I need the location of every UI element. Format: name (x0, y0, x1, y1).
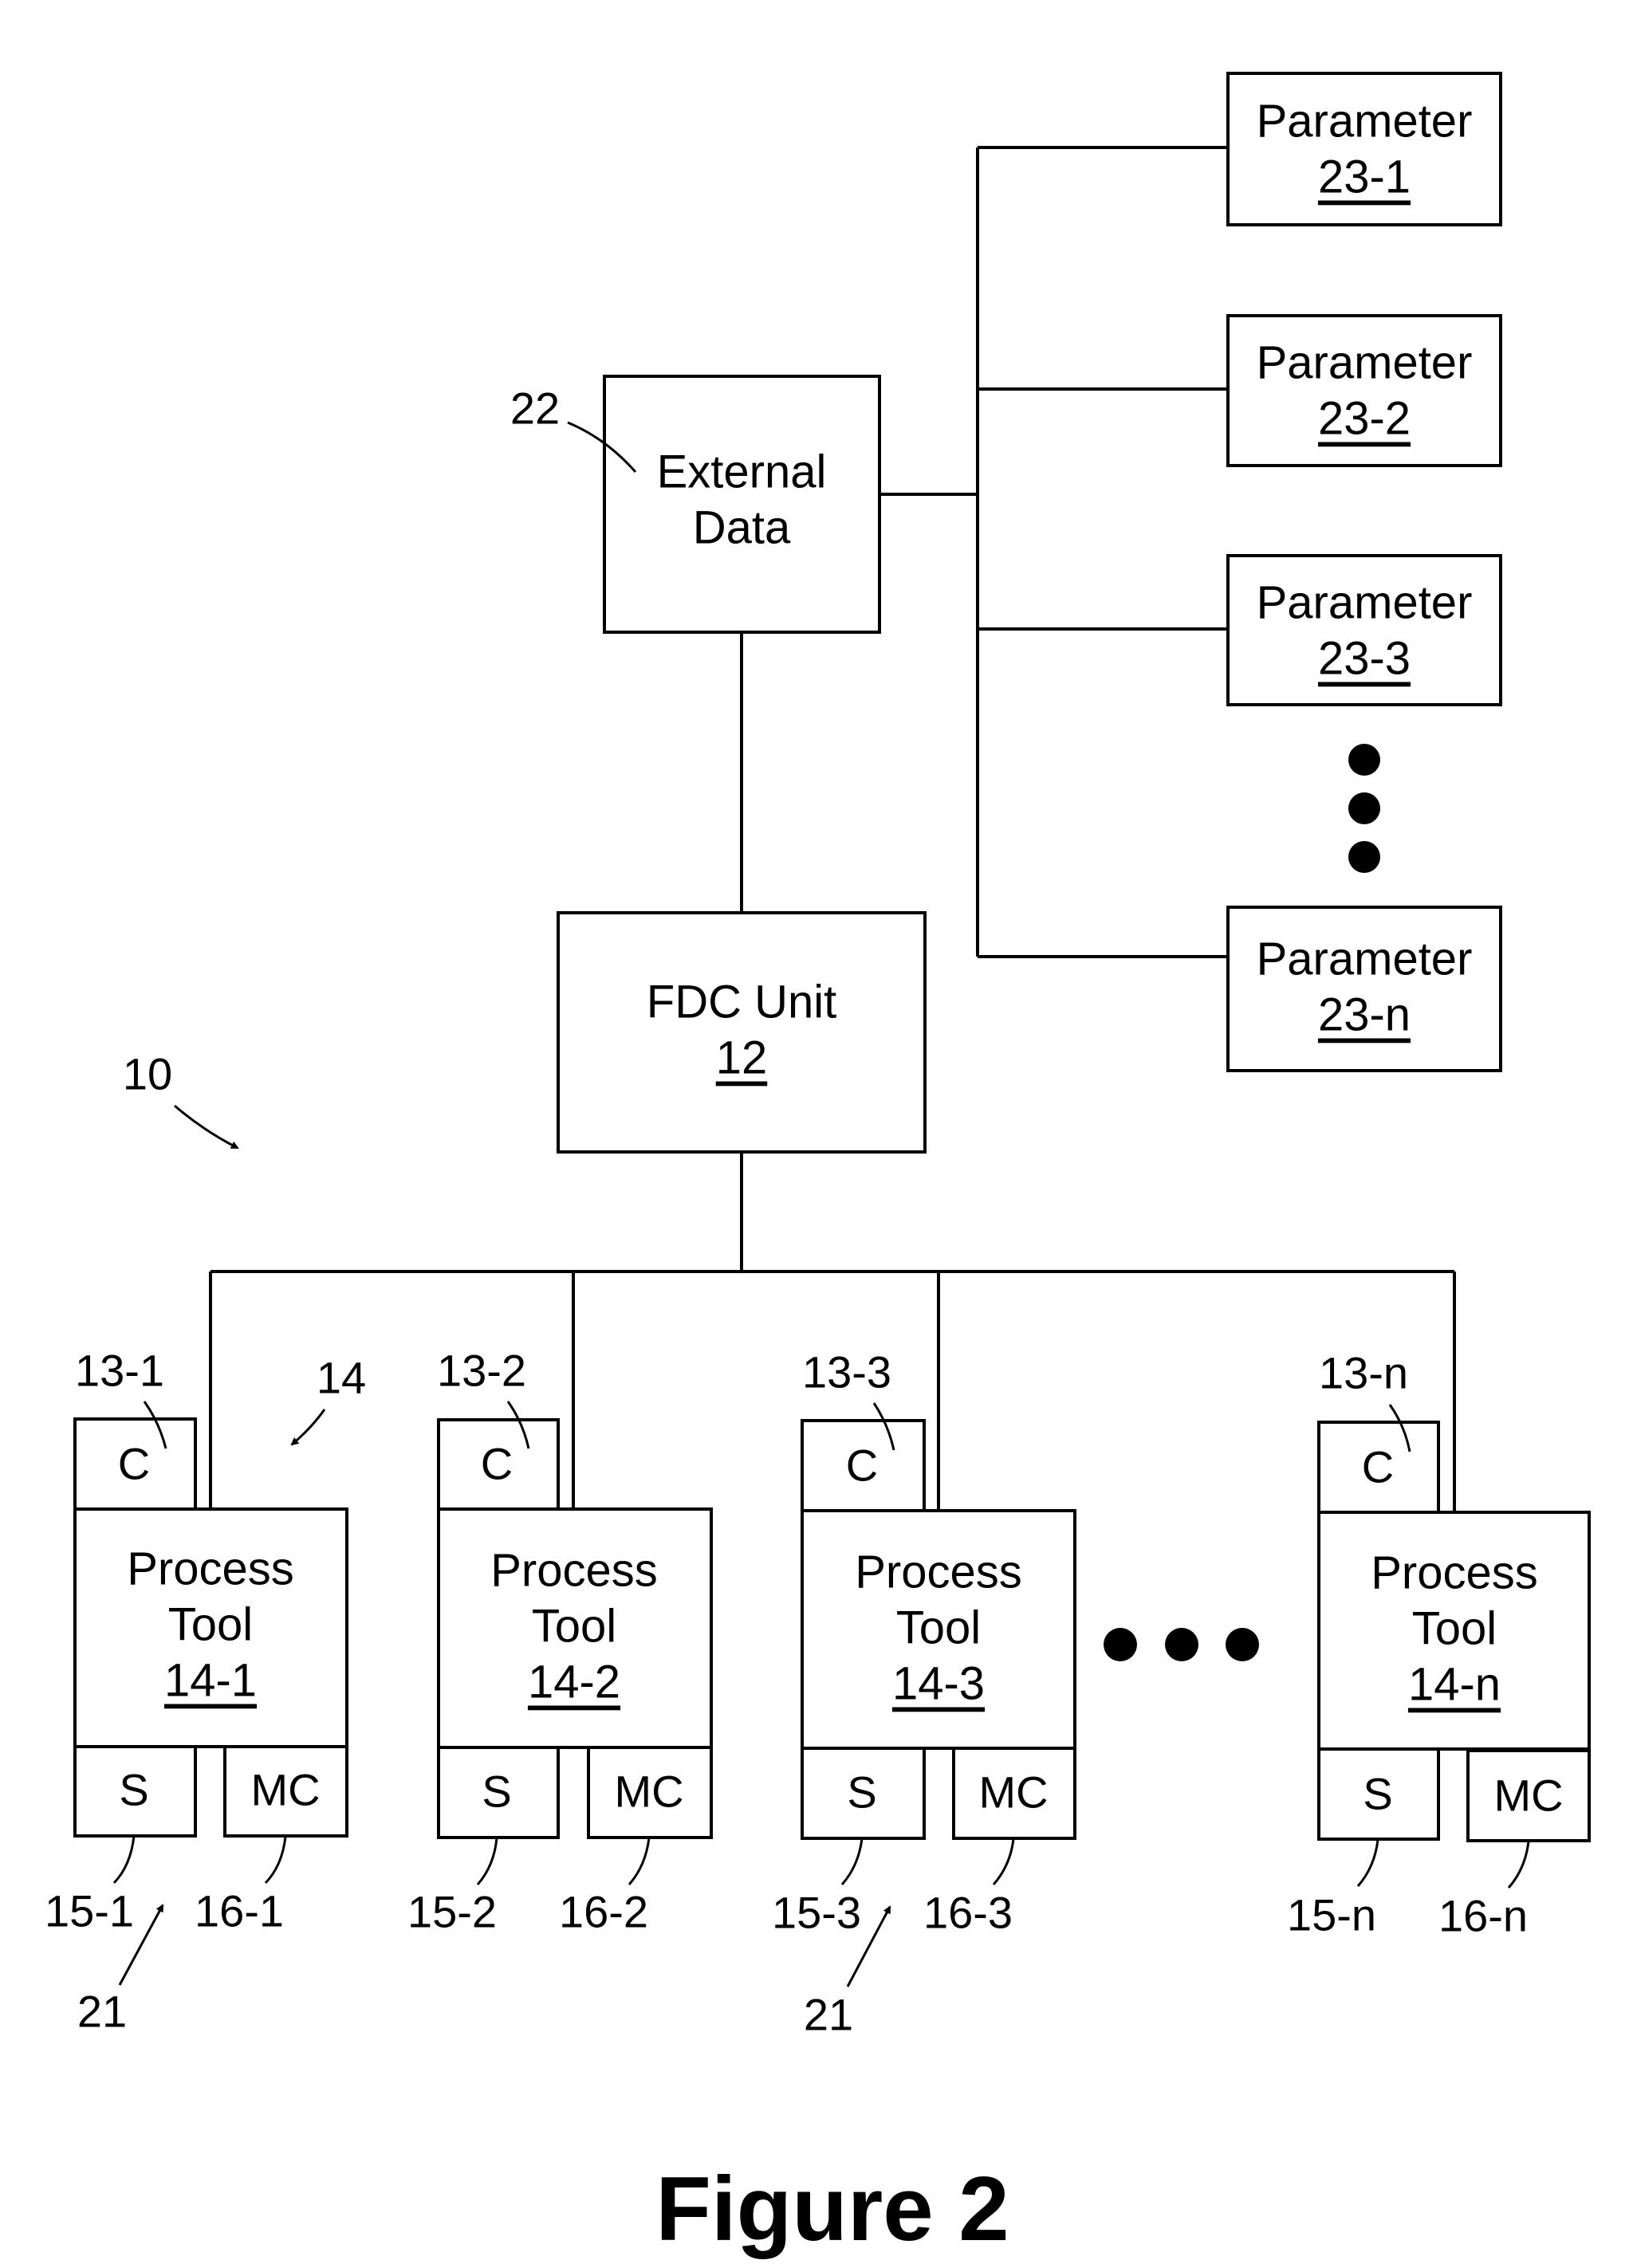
process-tool-ref: 14-1 (164, 1655, 257, 1707)
machine-controller-leader-line (992, 1838, 1015, 1885)
machine-controller-ref-label: 16-3 (923, 1888, 1013, 1938)
process-tool-line2: Tool (532, 1601, 616, 1653)
parameter-box: Parameter 23-3 (1226, 554, 1502, 706)
process-tool-line1: Process (855, 1547, 1022, 1598)
process-tool: C Process Tool 14-3 S MC 13-3 15-3 16-3 … (772, 1347, 1076, 2040)
parameter-label: Parameter (1257, 96, 1473, 147)
fdc-unit-box: FDC Unit 12 (557, 911, 927, 1154)
process-tool-line2: Tool (1412, 1603, 1497, 1655)
parameter-box: Parameter 23-2 (1226, 314, 1502, 467)
process-tool-line1: Process (127, 1543, 294, 1595)
process-tool-ref: 14-n (1408, 1659, 1501, 1711)
external-data-line1: External (657, 446, 827, 498)
sensor-leader-line (1356, 1839, 1379, 1887)
controller-label: C (481, 1439, 513, 1489)
fdc-unit-label: FDC Unit (647, 977, 836, 1028)
process-tool-line1: Process (1371, 1547, 1538, 1599)
fdc-system-diagram: Parameter 23-1 Parameter 23-2 Parameter … (45, 72, 1591, 2260)
system-ref-label: 10 (123, 1049, 172, 1099)
machine-controller-label: MC (614, 1767, 683, 1817)
parameter-box: Parameter 23-n (1226, 906, 1502, 1072)
controller-label: C (1362, 1442, 1394, 1492)
controller-ref-label: 13-1 (75, 1346, 164, 1396)
machine-controller-leader-line (264, 1836, 287, 1885)
sensor-leader-line (112, 1835, 136, 1885)
process-tool-line2: Tool (896, 1602, 981, 1654)
machine-controller-label: MC (978, 1767, 1048, 1818)
controller-label: C (118, 1439, 150, 1489)
parameter-ref: 23-3 (1318, 633, 1411, 685)
controller-ref-label: 13-n (1319, 1348, 1408, 1398)
sensor-ref-label: 15-n (1287, 1890, 1376, 1940)
sensor-ref-label: 15-1 (45, 1886, 134, 1936)
sensor-ref-label: 15-3 (772, 1888, 861, 1938)
process-tool: C Process Tool 14-n S MC 13-n 15-n 16-n (1287, 1348, 1591, 1941)
machine-controller-ref-label: 16-n (1438, 1891, 1528, 1941)
sensor-leader-line (476, 1837, 498, 1885)
parameter-box: Parameter 23-1 (1226, 72, 1502, 226)
parameter-label: Parameter (1257, 577, 1473, 629)
parameter-label: Parameter (1257, 337, 1473, 389)
controller-label: C (846, 1441, 878, 1491)
parameter-bus (879, 146, 1228, 958)
tools-group-ref-label: 14 (317, 1353, 366, 1403)
process-tool: C Process Tool 14-2 S MC 13-2 15-2 16-2 (407, 1346, 713, 1937)
sensor-group-ref-label: 21 (804, 1990, 853, 2040)
sensor-ref-label: 15-2 (407, 1887, 497, 1937)
horizontal-ellipsis-icon (1104, 1628, 1259, 1661)
sensor-label: S (482, 1767, 511, 1817)
sensor-group-ref-label: 21 (77, 1987, 127, 2037)
controller-ref-label: 13-3 (802, 1347, 891, 1397)
fdc-unit-ref: 12 (716, 1032, 768, 1084)
machine-controller-label: MC (1493, 1771, 1563, 1821)
controller-ref-label: 13-2 (437, 1346, 526, 1396)
external-data-line2: Data (693, 502, 791, 554)
sensor-label: S (119, 1765, 148, 1815)
machine-controller-label: MC (250, 1765, 320, 1815)
vertical-ellipsis-icon (1348, 744, 1380, 873)
tools-group-arrow (290, 1409, 326, 1446)
parameter-ref: 23-2 (1318, 393, 1411, 445)
sensor-label: S (847, 1767, 876, 1818)
sensor-label: S (1363, 1769, 1392, 1819)
external-data-ref-label: 22 (510, 383, 560, 434)
process-tool-line1: Process (490, 1545, 658, 1597)
figure-caption: Figure 2 (655, 2159, 1009, 2260)
external-data-box: External Data (603, 375, 881, 634)
process-tool-line2: Tool (168, 1599, 253, 1651)
process-tool-ref: 14-2 (528, 1657, 620, 1708)
parameter-ref: 23-n (1318, 989, 1411, 1041)
process-tool-ref: 14-3 (892, 1658, 985, 1710)
machine-controller-ref-label: 16-2 (559, 1887, 648, 1937)
parameter-ref: 23-1 (1318, 151, 1411, 203)
parameter-label: Parameter (1257, 934, 1473, 985)
machine-controller-ref-label: 16-1 (195, 1886, 284, 1936)
machine-controller-leader-line (628, 1837, 651, 1885)
sensor-leader-line (840, 1838, 864, 1885)
process-tool: C Process Tool 14-1 S MC 13-1 15-1 16-1 … (45, 1346, 348, 2037)
machine-controller-leader-line (1507, 1841, 1530, 1889)
system-ref-arrow (174, 1104, 239, 1150)
